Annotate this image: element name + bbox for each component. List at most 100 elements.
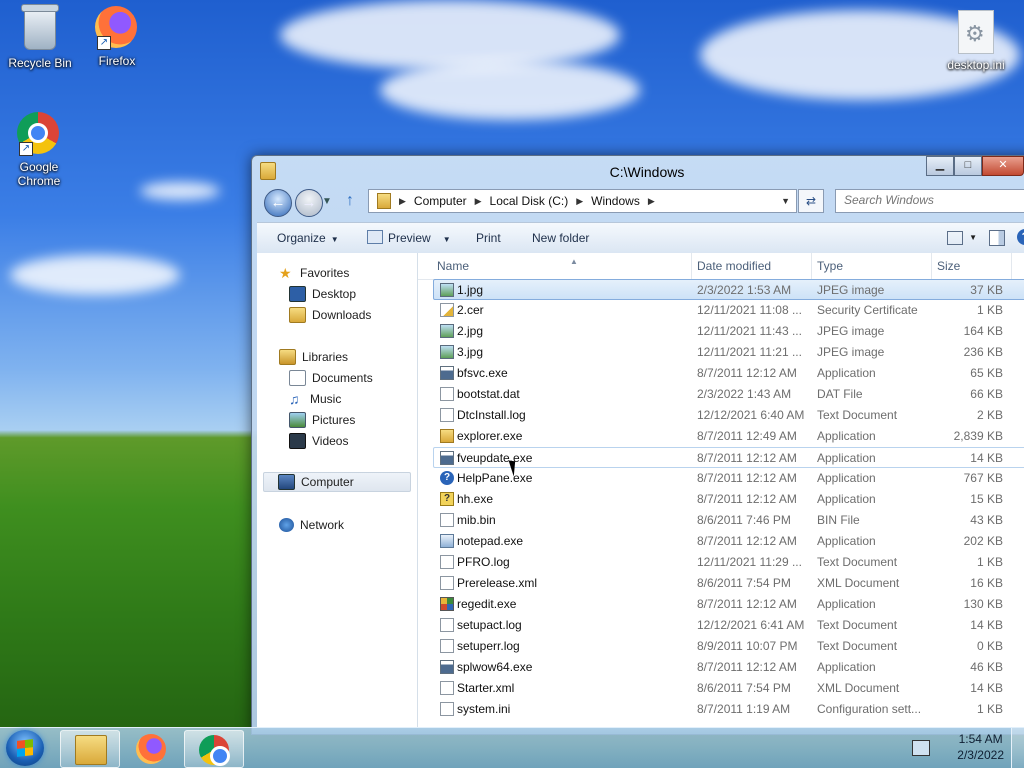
file-name-cell: 3.jpg: [440, 342, 685, 363]
nav-label: Computer: [301, 475, 354, 489]
nav-network[interactable]: Network: [279, 515, 344, 535]
nav-favorites[interactable]: ★ Favorites: [279, 263, 349, 283]
network-tray-icon[interactable]: [912, 740, 930, 756]
address-bar[interactable]: ▶ Computer ▶ Local Disk (C:) ▶ Windows ▶…: [368, 189, 797, 213]
file-row[interactable]: 3.jpg 12/11/2021 11:21 ... JPEG image 236 K…: [418, 342, 1024, 363]
file-row[interactable]: 1.jpg 2/3/2022 1:53 AM JPEG image 37 KB: [433, 279, 1024, 300]
file-row[interactable]: DtcInstall.log 12/12/2021 6:40 AM Text Doc…: [418, 405, 1024, 426]
document-icon: [440, 618, 454, 632]
file-row[interactable]: explorer.exe 8/7/2011 12:49 AM Application…: [418, 426, 1024, 447]
address-dropdown-icon[interactable]: ▼: [781, 190, 790, 212]
clock[interactable]: 1:54 AM 2/3/2022: [957, 731, 1004, 763]
file-row[interactable]: ? HelpPane.exe 8/7/2011 12:12 AM Applicatio…: [418, 468, 1024, 489]
chevron-right-icon[interactable]: ▶: [399, 190, 406, 212]
help-icon[interactable]: ?: [1017, 229, 1024, 245]
breadcrumb-computer[interactable]: Computer: [414, 190, 467, 212]
column-header-name[interactable]: Name ▲: [432, 253, 692, 279]
file-name: 2.jpg: [457, 324, 484, 338]
back-button[interactable]: ←: [264, 189, 292, 217]
show-desktop-button[interactable]: [1011, 728, 1024, 768]
file-size: 2 KB: [976, 408, 1003, 422]
file-row[interactable]: fveupdate.exe 8/7/2011 12:12 AM Applicatio…: [433, 447, 1024, 468]
print-button[interactable]: Print: [476, 223, 501, 253]
breadcrumb-local-disk[interactable]: Local Disk (C:): [490, 190, 569, 212]
explorer-window[interactable]: C:\Windows ▁ □ ✕ ← → ▼ ↑ ▶ Computer ▶ Lo…: [251, 155, 1024, 735]
file-size: 0 KB: [976, 639, 1003, 653]
file-row[interactable]: PFRO.log 12/11/2021 11:29 ... Text Documen…: [418, 552, 1024, 573]
file-type: Application: [817, 451, 876, 465]
file-row[interactable]: 2.jpg 12/11/2021 11:43 ... JPEG image 164 K…: [418, 321, 1024, 342]
title-bar[interactable]: C:\Windows ▁ □ ✕: [252, 156, 1024, 186]
file-row[interactable]: Starter.xml 8/6/2011 7:54 PM XML Document 1…: [418, 678, 1024, 699]
chevron-down-icon[interactable]: ▼: [969, 223, 977, 253]
preview-pane-icon[interactable]: [989, 230, 1005, 246]
nav-videos[interactable]: Videos: [289, 431, 348, 451]
preview-button[interactable]: Preview ▼: [367, 223, 451, 255]
desktop-icon-desktop-ini[interactable]: desktop.ini: [937, 10, 1015, 72]
column-header-type[interactable]: Type: [812, 253, 932, 279]
change-view-icon[interactable]: [947, 231, 963, 245]
star-icon: ★: [279, 265, 292, 281]
refresh-button[interactable]: ⇄: [798, 189, 824, 213]
file-row[interactable]: setupact.log 12/12/2021 6:41 AM Text Docum…: [418, 615, 1024, 636]
column-header-date[interactable]: Date modified: [692, 253, 812, 279]
chevron-right-icon[interactable]: ▶: [576, 190, 583, 212]
documents-icon: [289, 370, 306, 386]
desktop-icon-label: Recycle Bin: [8, 56, 72, 70]
nav-computer[interactable]: Computer: [263, 472, 411, 492]
firefox-icon: ↗: [95, 6, 139, 50]
breadcrumb-windows[interactable]: Windows: [591, 190, 640, 212]
file-row[interactable]: system.ini 8/7/2011 1:19 AM Configuration …: [418, 699, 1024, 720]
chevron-right-icon[interactable]: ▶: [648, 190, 655, 212]
new-folder-button[interactable]: New folder: [532, 223, 589, 253]
file-row[interactable]: ? hh.exe 8/7/2011 12:12 AM Application 15 KB: [418, 489, 1024, 510]
file-name: mib.bin: [457, 513, 496, 527]
file-row[interactable]: splwow64.exe 8/7/2011 12:12 AM Application…: [418, 657, 1024, 678]
desktop-icon: [289, 286, 306, 302]
search-box[interactable]: [835, 189, 1024, 213]
minimize-button[interactable]: ▁: [926, 156, 954, 176]
desktop-icon-google-chrome[interactable]: ↗ Google Chrome: [0, 112, 78, 188]
organize-button[interactable]: Organize ▼: [277, 223, 339, 255]
file-type: XML Document: [817, 576, 900, 590]
file-row[interactable]: notepad.exe 8/7/2011 12:12 AM Application 2…: [418, 531, 1024, 552]
file-row[interactable]: Prerelease.xml 8/6/2011 7:54 PM XML Docume…: [418, 573, 1024, 594]
close-button[interactable]: ✕: [982, 156, 1024, 176]
chevron-right-icon[interactable]: ▶: [475, 190, 482, 212]
maximize-button[interactable]: □: [954, 156, 982, 176]
taskbar-explorer-button[interactable]: [60, 730, 120, 768]
recent-pages-dropdown-icon[interactable]: ▼: [322, 196, 332, 207]
nav-pictures[interactable]: Pictures: [289, 410, 355, 430]
forward-button[interactable]: →: [295, 189, 323, 217]
search-input[interactable]: [836, 190, 1024, 210]
column-header-size[interactable]: Size: [932, 253, 1012, 279]
file-name: splwow64.exe: [457, 660, 533, 674]
nav-desktop[interactable]: Desktop: [289, 284, 356, 304]
file-row[interactable]: bootstat.dat 2/3/2022 1:43 AM DAT File 66 K…: [418, 384, 1024, 405]
file-row[interactable]: setuperr.log 8/9/2011 10:07 PM Text Docume…: [418, 636, 1024, 657]
file-size: 46 KB: [970, 660, 1003, 674]
taskbar-firefox-button[interactable]: [122, 730, 180, 766]
taskbar-chrome-button[interactable]: [184, 730, 244, 768]
nav-libraries[interactable]: Libraries: [279, 347, 348, 367]
desktop-icon-firefox[interactable]: ↗ Firefox: [78, 6, 156, 68]
file-row[interactable]: regedit.exe 8/7/2011 12:12 AM Application 1…: [418, 594, 1024, 615]
nav-downloads[interactable]: Downloads: [289, 305, 371, 325]
desktop-icon-recycle-bin[interactable]: Recycle Bin: [1, 4, 79, 70]
file-name-cell: bfsvc.exe: [440, 363, 685, 384]
up-arrow-icon[interactable]: ↑: [346, 192, 354, 210]
desktop-icon-label: desktop.ini: [947, 58, 1005, 72]
file-type: Application: [817, 534, 876, 548]
file-size: 16 KB: [970, 576, 1003, 590]
file-name: setupact.log: [457, 618, 522, 632]
nav-music[interactable]: ♫ Music: [289, 389, 341, 409]
file-name: HelpPane.exe: [457, 471, 533, 485]
file-name-cell: DtcInstall.log: [440, 405, 685, 426]
file-name: PFRO.log: [457, 555, 510, 569]
nav-documents[interactable]: Documents: [289, 368, 373, 388]
file-row[interactable]: mib.bin 8/6/2011 7:46 PM BIN File 43 KB: [418, 510, 1024, 531]
file-row[interactable]: 2.cer 12/11/2021 11:08 ... Security Certif…: [418, 300, 1024, 321]
libraries-icon: [279, 349, 296, 365]
file-row[interactable]: bfsvc.exe 8/7/2011 12:12 AM Application 65 …: [418, 363, 1024, 384]
start-button[interactable]: [6, 730, 44, 766]
